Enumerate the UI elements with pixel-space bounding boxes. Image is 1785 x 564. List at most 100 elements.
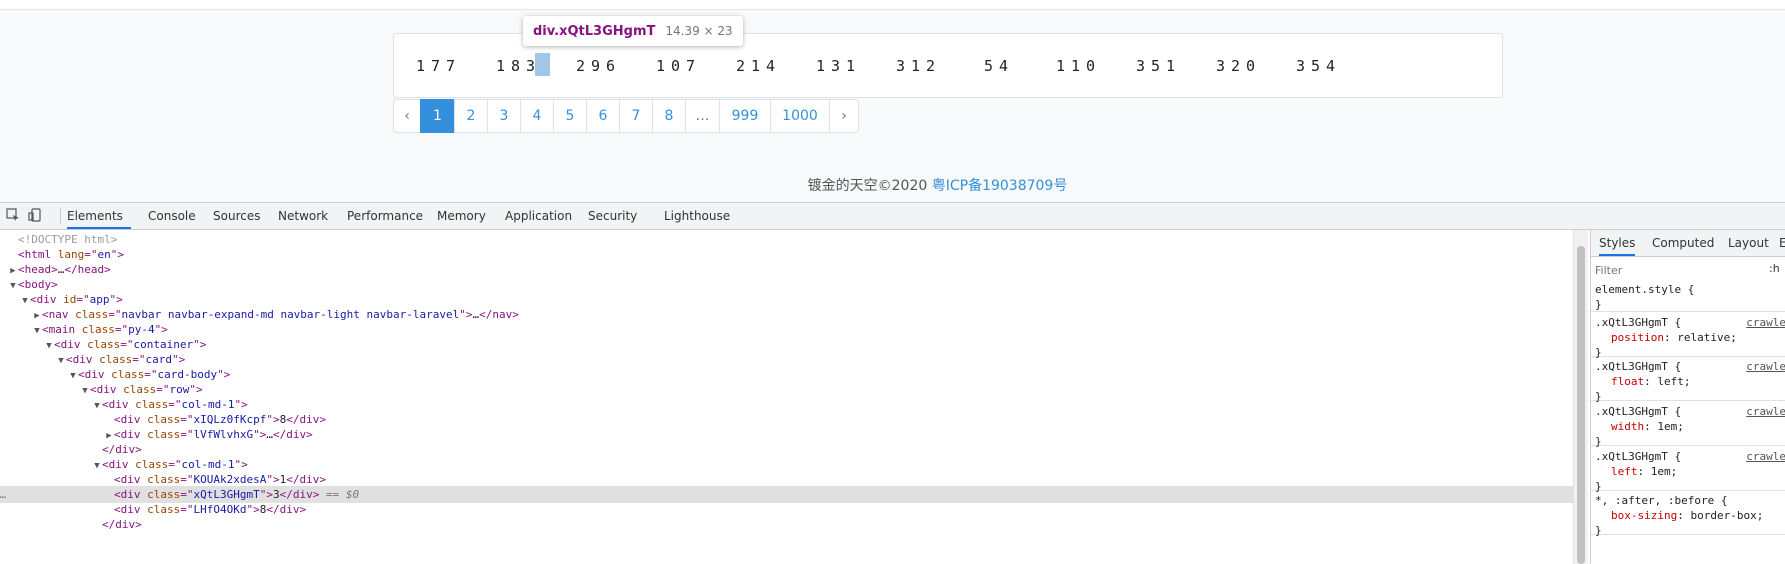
attr-value: LHfO4OKd — [193, 503, 247, 516]
attr-name: class — [99, 353, 133, 366]
property-name: width — [1611, 420, 1645, 433]
dom-node-line[interactable]: </div> — [0, 516, 1573, 533]
colon: : — [1644, 375, 1658, 388]
tag-open: <div — [30, 293, 57, 306]
closing-tag: </div> — [286, 413, 326, 426]
styles-filter-input[interactable] — [1595, 261, 1765, 279]
tab-styles[interactable]: Styles — [1599, 230, 1636, 256]
style-rule[interactable]: .xQtL3GHgmT {crawle float: left;} — [1591, 357, 1785, 403]
page-1[interactable]: 1 — [420, 99, 455, 133]
attr-value: lVfWlvhxG — [193, 428, 254, 441]
tab-elements[interactable]: Elements — [67, 203, 131, 229]
rule-declaration[interactable]: left: 1em; — [1595, 464, 1782, 479]
tab-console[interactable]: Console — [148, 203, 196, 229]
closing-tag: </nav> — [479, 308, 519, 321]
style-rule[interactable]: element.style {} — [1591, 280, 1785, 312]
tag-open: <div — [78, 368, 105, 381]
page-prev[interactable]: ‹ — [393, 99, 421, 133]
tag-close: > — [117, 248, 124, 261]
tag-open: <div — [114, 488, 141, 501]
tag-open: <main — [42, 323, 76, 336]
rule-declaration[interactable]: box-sizing: border-box; — [1595, 508, 1782, 523]
attr-name: class — [147, 413, 181, 426]
number-item: 54 — [984, 57, 1015, 75]
page-6[interactable]: 6 — [586, 99, 620, 133]
scrollbar-thumb[interactable] — [1577, 246, 1585, 564]
tag-open: <div — [102, 458, 129, 471]
rule-declaration[interactable]: position: relative; — [1595, 330, 1782, 345]
style-rule[interactable]: *, :after, :before {box-sizing: border-b… — [1591, 491, 1785, 537]
tab-application[interactable]: Application — [505, 203, 572, 229]
attr-eq: =" — [180, 488, 194, 501]
toolbar-divider — [60, 208, 61, 224]
property-value: 1em; — [1657, 420, 1684, 433]
tooltip-size: 14.39 × 23 — [665, 24, 733, 38]
number-item: 320 — [1216, 57, 1262, 75]
page-1000[interactable]: 1000 — [770, 99, 830, 133]
rule-source-link[interactable]: crawle — [1746, 404, 1785, 419]
tab-layout[interactable]: Layout — [1728, 230, 1769, 256]
rule-source-link[interactable]: crawle — [1746, 359, 1785, 374]
site-footer: 镀金的天空©2020 粤ICP备19038709号 — [0, 175, 1785, 195]
tab-security[interactable]: Security — [588, 203, 637, 229]
tag-close: > — [272, 473, 280, 486]
colon: : — [1644, 420, 1658, 433]
page-3[interactable]: 3 — [487, 99, 521, 133]
number-item: 214 — [736, 57, 782, 75]
attr-quote: " — [189, 383, 196, 396]
tab-network[interactable]: Network — [278, 203, 328, 229]
page-7[interactable]: 7 — [619, 99, 653, 133]
rule-source-link[interactable]: crawle — [1746, 315, 1785, 330]
page-next[interactable]: › — [829, 99, 859, 133]
page-999[interactable]: 999 — [719, 99, 771, 133]
tab-computed[interactable]: Computed — [1652, 230, 1714, 256]
style-rule[interactable]: .xQtL3GHgmT {crawle left: 1em;} — [1591, 447, 1785, 493]
tab-lighthouse[interactable]: Lighthouse — [664, 203, 730, 229]
page-5[interactable]: 5 — [553, 99, 587, 133]
page-2[interactable]: 2 — [454, 99, 488, 133]
closing-tag: </div> — [102, 518, 142, 531]
hover-state-toggle[interactable]: :h — [1769, 262, 1780, 275]
attr-value: navbar navbar-expand-md navbar-light nav… — [121, 308, 460, 321]
rule-declaration[interactable]: width: 1em; — [1595, 419, 1782, 434]
elements-scrollbar[interactable] — [1573, 230, 1588, 564]
attr-name: class — [123, 383, 157, 396]
tab-memory[interactable]: Memory — [437, 203, 486, 229]
attr-quote: " — [266, 473, 273, 486]
tag-open: <body — [18, 278, 52, 291]
attr-value: py-4 — [128, 323, 155, 336]
number-item: 131 — [816, 57, 862, 75]
attr-eq: =" — [156, 383, 170, 396]
closing-tag: </div> — [266, 503, 307, 516]
rule-source-link[interactable]: crawle — [1746, 449, 1785, 464]
tab-performance[interactable]: Performance — [347, 203, 423, 229]
style-rule[interactable]: .xQtL3GHgmT {crawle position: relative;} — [1591, 313, 1785, 359]
attr-value: card-body — [157, 368, 218, 381]
inspect-element-icon[interactable] — [6, 208, 20, 222]
style-rule[interactable]: .xQtL3GHgmT {crawle width: 1em;} — [1591, 402, 1785, 448]
icp-link[interactable]: 粤ICP备19038709号 — [932, 178, 1068, 194]
closing-tag: </div> — [286, 473, 326, 486]
attr-name: id — [63, 293, 77, 306]
tag-close: > — [116, 293, 123, 306]
tab-sources[interactable]: Sources — [213, 203, 260, 229]
page-4[interactable]: 4 — [520, 99, 554, 133]
inspect-highlight — [535, 53, 550, 76]
tag-close: > — [223, 368, 231, 381]
tag-open: <div — [90, 383, 117, 396]
tooltip-selector: div.xQtL3GHgmT — [533, 23, 656, 39]
rule-declaration[interactable]: float: left; — [1595, 374, 1782, 389]
closing-tag: </div> — [272, 428, 313, 441]
tag-close: > — [241, 398, 248, 411]
property-value: 1em; — [1650, 465, 1678, 478]
attr-eq: =" — [168, 458, 182, 471]
pagination: ‹ 1 2 3 4 5 6 7 8 … 999 1000 › — [393, 99, 859, 133]
attr-name: class — [87, 338, 121, 351]
page-8[interactable]: 8 — [652, 99, 686, 133]
attr-quote: " — [253, 428, 260, 441]
tab-event-listeners[interactable]: E — [1779, 230, 1785, 256]
device-toolbar-icon[interactable] — [28, 208, 42, 222]
closing-tag: </div> — [279, 488, 320, 501]
tag-open: <div — [102, 398, 129, 411]
colon: : — [1677, 509, 1691, 522]
